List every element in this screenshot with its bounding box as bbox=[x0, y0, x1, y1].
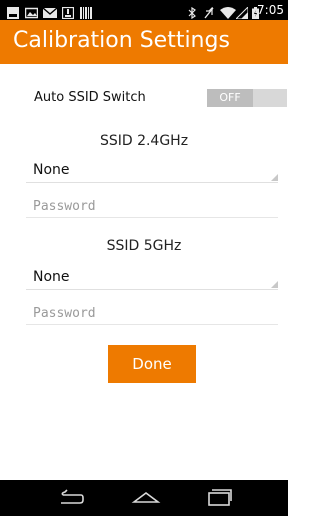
app-notification-icon bbox=[7, 4, 19, 19]
screen: 7:05 Calibration Settings Auto SSID Swit… bbox=[0, 0, 288, 516]
download-icon bbox=[61, 4, 75, 20]
barcode-icon bbox=[80, 4, 92, 19]
signal-icon bbox=[234, 4, 249, 20]
image-icon bbox=[24, 4, 39, 19]
ssid-5-password-row bbox=[26, 302, 278, 325]
auto-ssid-toggle[interactable]: OFF bbox=[207, 89, 287, 107]
ssid-5-title: SSID 5GHz bbox=[106, 238, 182, 254]
mail-icon bbox=[42, 4, 58, 18]
dropdown-arrow-icon bbox=[271, 174, 278, 181]
ssid-24-spinner[interactable]: None bbox=[26, 160, 278, 183]
app-bar: Calibration Settings bbox=[0, 20, 288, 64]
status-bar: 7:05 bbox=[0, 0, 288, 20]
toggle-thumb: OFF bbox=[207, 89, 253, 107]
done-button[interactable]: Done bbox=[108, 345, 196, 383]
ssid-24-password-input[interactable] bbox=[26, 195, 277, 217]
ssid-24-password-row bbox=[26, 195, 278, 218]
recents-icon[interactable] bbox=[204, 487, 234, 509]
ssid-5-spinner[interactable]: None bbox=[26, 267, 278, 290]
dropdown-arrow-icon bbox=[271, 281, 278, 288]
back-icon[interactable] bbox=[57, 487, 87, 509]
ssid-24-title: SSID 2.4GHz bbox=[99, 133, 189, 149]
wifi-icon bbox=[220, 4, 236, 19]
navigation-bar bbox=[0, 480, 288, 516]
home-icon[interactable] bbox=[131, 487, 161, 509]
bluetooth-icon bbox=[188, 4, 196, 20]
page-title: Calibration Settings bbox=[13, 28, 230, 53]
mute-icon bbox=[203, 4, 215, 19]
clock: 7:05 bbox=[257, 3, 284, 17]
auto-ssid-label: Auto SSID Switch bbox=[34, 90, 146, 105]
ssid-5-selected: None bbox=[33, 269, 70, 285]
ssid-24-selected: None bbox=[33, 162, 70, 178]
ssid-5-password-input[interactable] bbox=[26, 302, 277, 324]
